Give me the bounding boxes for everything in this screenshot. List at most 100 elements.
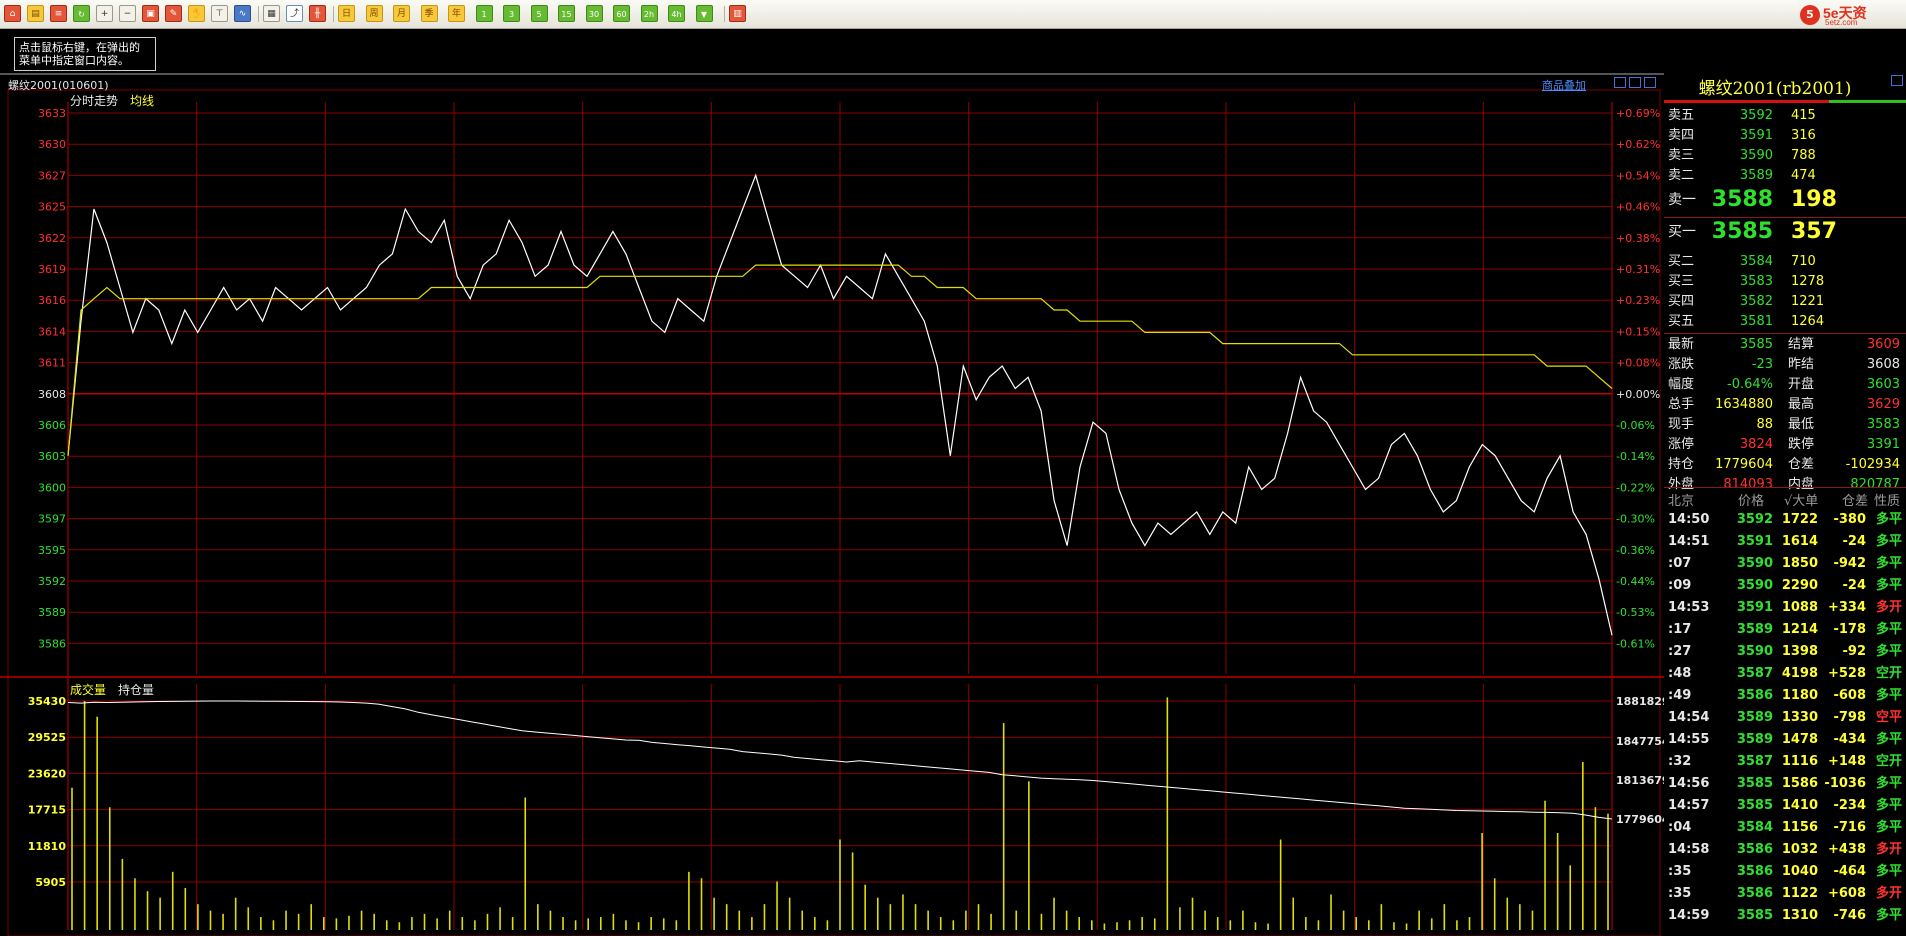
ask-label: 卖一: [1668, 192, 1696, 208]
stat-label: 总手: [1668, 397, 1695, 412]
ask-row: 卖三 3590 788: [1664, 146, 1906, 166]
bid-volume: 710: [1791, 254, 1816, 269]
price-series-label: 分时走势: [70, 94, 118, 108]
percent-tick-label: +0.23%: [1616, 294, 1660, 307]
percent-tick-label: -0.30%: [1616, 513, 1655, 526]
bid-price: 3583: [1739, 274, 1773, 289]
stat-label: 涨跌: [1668, 357, 1695, 372]
bid-row: 买二 3584 710: [1664, 252, 1906, 272]
split-window-button[interactable]: [1629, 77, 1641, 88]
percent-tick-label: +0.62%: [1616, 138, 1660, 151]
stat-label: 持仓: [1668, 457, 1695, 472]
contract-title: 螺纹2001(rb2001): [1698, 79, 1852, 99]
tick-volume: 1410: [1781, 798, 1818, 813]
tick-time: 14:57: [1668, 798, 1710, 813]
bid-price: 3584: [1739, 254, 1773, 269]
tick-time: :32: [1668, 754, 1692, 769]
tick-time: :35: [1668, 864, 1692, 879]
bid-price: 3582: [1739, 294, 1773, 309]
price-tick-label: 3595: [38, 544, 66, 557]
oi-tick-label: 1813679: [1616, 774, 1664, 787]
ask-row: 卖二 3589 474: [1664, 166, 1906, 186]
bid-label: 买二: [1668, 254, 1695, 269]
percent-tick-label: +0.46%: [1616, 201, 1660, 214]
tick-oi-diff: -434: [1833, 732, 1866, 747]
tick-volume: 1088: [1781, 600, 1818, 615]
tick-row: 14:50 3592 1722 -380 多平: [1664, 509, 1906, 531]
tick-volume: 1122: [1781, 886, 1818, 901]
price-tick-label: 3597: [38, 513, 66, 526]
stat-value: 1779604: [1715, 457, 1773, 472]
tick-row: :09 3590 2290 -24 多平: [1664, 575, 1906, 597]
tick-oi-diff: -24: [1842, 534, 1867, 549]
stat-label: 最低: [1788, 417, 1815, 432]
tick-price: 3587: [1736, 666, 1773, 681]
stat-row: 幅度 -0.64% 开盘 3603: [1664, 375, 1906, 395]
stat-label: 幅度: [1668, 377, 1695, 392]
price-tick-label: 3592: [38, 575, 66, 588]
bid-price: 3585: [1711, 219, 1773, 244]
stat-label: 仓差: [1788, 457, 1815, 472]
tick-price: 3592: [1736, 512, 1773, 527]
oi-tick-label: 1779604: [1616, 813, 1664, 826]
tick-price: 3590: [1736, 578, 1773, 593]
ask-price: 3590: [1739, 148, 1773, 163]
divider: [1664, 217, 1906, 218]
tick-price: 3585: [1736, 908, 1773, 923]
stat-row: 现手 88 最低 3583: [1664, 415, 1906, 435]
stat-value: 3608: [1866, 357, 1900, 372]
ticks-header-volume: √大单: [1784, 494, 1819, 509]
tick-nature: 多平: [1875, 622, 1902, 637]
ask-volume: 198: [1791, 187, 1837, 212]
tick-time: 14:50: [1668, 512, 1710, 527]
price-tick-label: 3630: [38, 138, 66, 151]
percent-tick-label: -0.06%: [1616, 419, 1655, 432]
commodity-overlay-link[interactable]: 商品叠加: [1542, 77, 1586, 93]
tick-oi-diff: +608: [1827, 886, 1866, 901]
tick-volume: 1156: [1781, 820, 1818, 835]
tick-price: 3589: [1736, 710, 1773, 725]
ask-row: 卖一 3588 198: [1664, 187, 1906, 218]
tick-nature: 多平: [1875, 820, 1902, 835]
tick-oi-diff: -1036: [1824, 776, 1866, 791]
ask-row: 卖四 3591 316: [1664, 126, 1906, 146]
volume-tick-label: 35430: [28, 695, 67, 708]
bid-volume: 1278: [1791, 274, 1825, 289]
tick-nature: 多开: [1875, 886, 1902, 901]
tick-nature: 多平: [1875, 512, 1902, 527]
percent-tick-label: +0.69%: [1616, 107, 1660, 120]
percent-tick-label: +0.00%: [1616, 388, 1660, 401]
ask-volume: 788: [1791, 148, 1816, 163]
maximize-window-button[interactable]: [1644, 77, 1656, 88]
tick-price: 3586: [1736, 688, 1773, 703]
bid-label: 买三: [1668, 274, 1695, 289]
stat-label: 开盘: [1788, 377, 1815, 392]
bid-volume: 1264: [1791, 314, 1825, 329]
percent-tick-label: -0.44%: [1616, 575, 1655, 588]
tick-time: :27: [1668, 644, 1692, 659]
percent-tick-label: -0.61%: [1616, 637, 1655, 650]
ask-label: 卖二: [1668, 168, 1695, 183]
tick-price: 3589: [1736, 622, 1773, 637]
tick-nature: 多平: [1875, 732, 1902, 747]
tick-oi-diff: -716: [1833, 820, 1866, 835]
stat-value: 88: [1756, 417, 1773, 432]
tick-time: 14:56: [1668, 776, 1710, 791]
stat-value: 3629: [1866, 397, 1900, 412]
price-tick-label: 3622: [38, 232, 66, 245]
tick-price: 3585: [1736, 776, 1773, 791]
chart-title: 螺纹2001(010601): [8, 79, 109, 92]
tick-time: 14:54: [1668, 710, 1710, 725]
stat-label: 结算: [1788, 337, 1815, 352]
tick-row: :32 3587 1116 +148 空开: [1664, 751, 1906, 773]
tick-price: 3585: [1736, 798, 1773, 813]
intraday-chart[interactable]: 3633 +0.69% 3630 +0.62% 3627 +0.54% 3625 +0.46%…: [0, 0, 1664, 936]
oi-series-label: 持仓量: [118, 682, 154, 697]
volume-series-label: 成交量: [70, 682, 106, 697]
restore-window-button[interactable]: [1614, 77, 1626, 88]
divider: [1829, 100, 1906, 103]
panel-maximize-button[interactable]: [1891, 75, 1903, 86]
tick-row: :49 3586 1180 -608 多平: [1664, 685, 1906, 707]
tick-nature: 多平: [1875, 864, 1902, 879]
tick-volume: 1478: [1781, 732, 1818, 747]
